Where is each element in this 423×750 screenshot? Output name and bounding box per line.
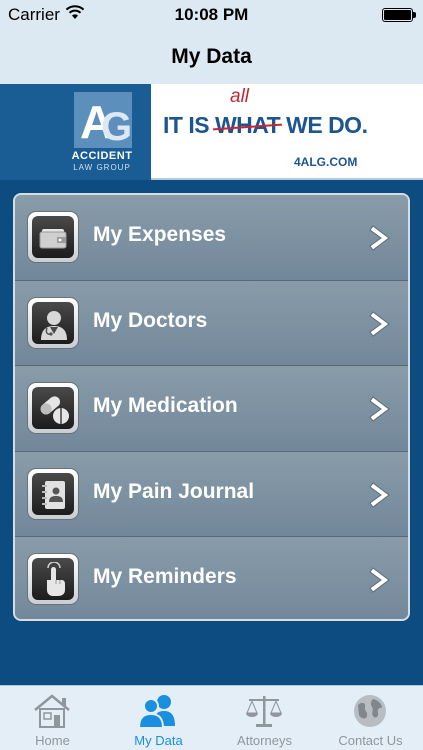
tab-contact-us[interactable]: Contact Us (318, 686, 423, 750)
tab-label: My Data (134, 733, 183, 748)
tab-attorneys[interactable]: Attorneys (212, 686, 317, 750)
menu-item-label: My Pain Journal (93, 479, 255, 503)
menu-item-medication[interactable]: My Medication (15, 366, 408, 452)
wallet-icon (27, 211, 79, 263)
house-icon (34, 694, 70, 728)
slogan-end: WE DO. (280, 112, 368, 138)
chevron-right-icon (369, 310, 390, 337)
menu-item-reminders[interactable]: My Reminders (15, 537, 408, 619)
banner-url: 4ALG.COM (294, 155, 358, 169)
menu-item-label: My Medication (93, 394, 238, 418)
globe-icon (354, 695, 386, 727)
tab-home[interactable]: Home (0, 686, 105, 750)
main-content: My Expenses My Doctors My Medication My … (0, 182, 423, 685)
slogan-start: IT IS (163, 112, 215, 138)
scales-icon (246, 696, 282, 727)
menu-item-label: My Doctors (93, 308, 208, 332)
pills-icon (27, 382, 79, 435)
chevron-right-icon (369, 482, 390, 508)
tab-my-data[interactable]: My Data (106, 686, 211, 750)
hand-tap-icon (27, 553, 79, 606)
data-menu: My Expenses My Doctors My Medication My … (13, 193, 410, 621)
navigation-bar: My Data (0, 30, 423, 84)
chevron-right-icon (369, 396, 390, 422)
clock: 10:08 PM (174, 5, 249, 24)
menu-item-label: My Expenses (93, 223, 227, 246)
tab-bar: Home My Data Attorneys Contact Us (0, 685, 423, 750)
tab-label: Contact Us (338, 733, 403, 748)
chevron-right-icon (369, 567, 390, 594)
alg-logo-icon: A G (74, 92, 132, 148)
battery-icon (382, 8, 413, 22)
menu-item-expenses[interactable]: My Expenses (15, 195, 408, 281)
people-icon (137, 695, 175, 729)
page-title: My Data (171, 45, 252, 68)
status-bar: Carrier 10:08 PM (0, 0, 423, 30)
journal-icon (27, 467, 79, 520)
svg-text:G: G (101, 105, 132, 148)
chevron-right-icon (369, 225, 390, 251)
slogan-struck-word: WHAT (214, 112, 281, 138)
menu-item-doctors[interactable]: My Doctors (15, 280, 408, 367)
menu-item-label: My Reminders (93, 565, 237, 589)
logo-name: ACCIDENT (71, 150, 133, 162)
battery-tip (413, 12, 416, 18)
menu-item-pain-journal[interactable]: My Pain Journal (15, 451, 408, 538)
doctor-icon (27, 296, 79, 349)
slogan: IT IS WHAT WE DO. (163, 112, 368, 139)
logo-subtext: LAW GROUP (73, 163, 131, 172)
ad-banner[interactable]: A G ACCIDENT LAW GROUP all IT IS WHAT WE… (0, 84, 423, 180)
tab-label: Home (35, 733, 70, 748)
slogan-insert: all (230, 86, 250, 107)
tab-label: Attorneys (237, 733, 292, 748)
